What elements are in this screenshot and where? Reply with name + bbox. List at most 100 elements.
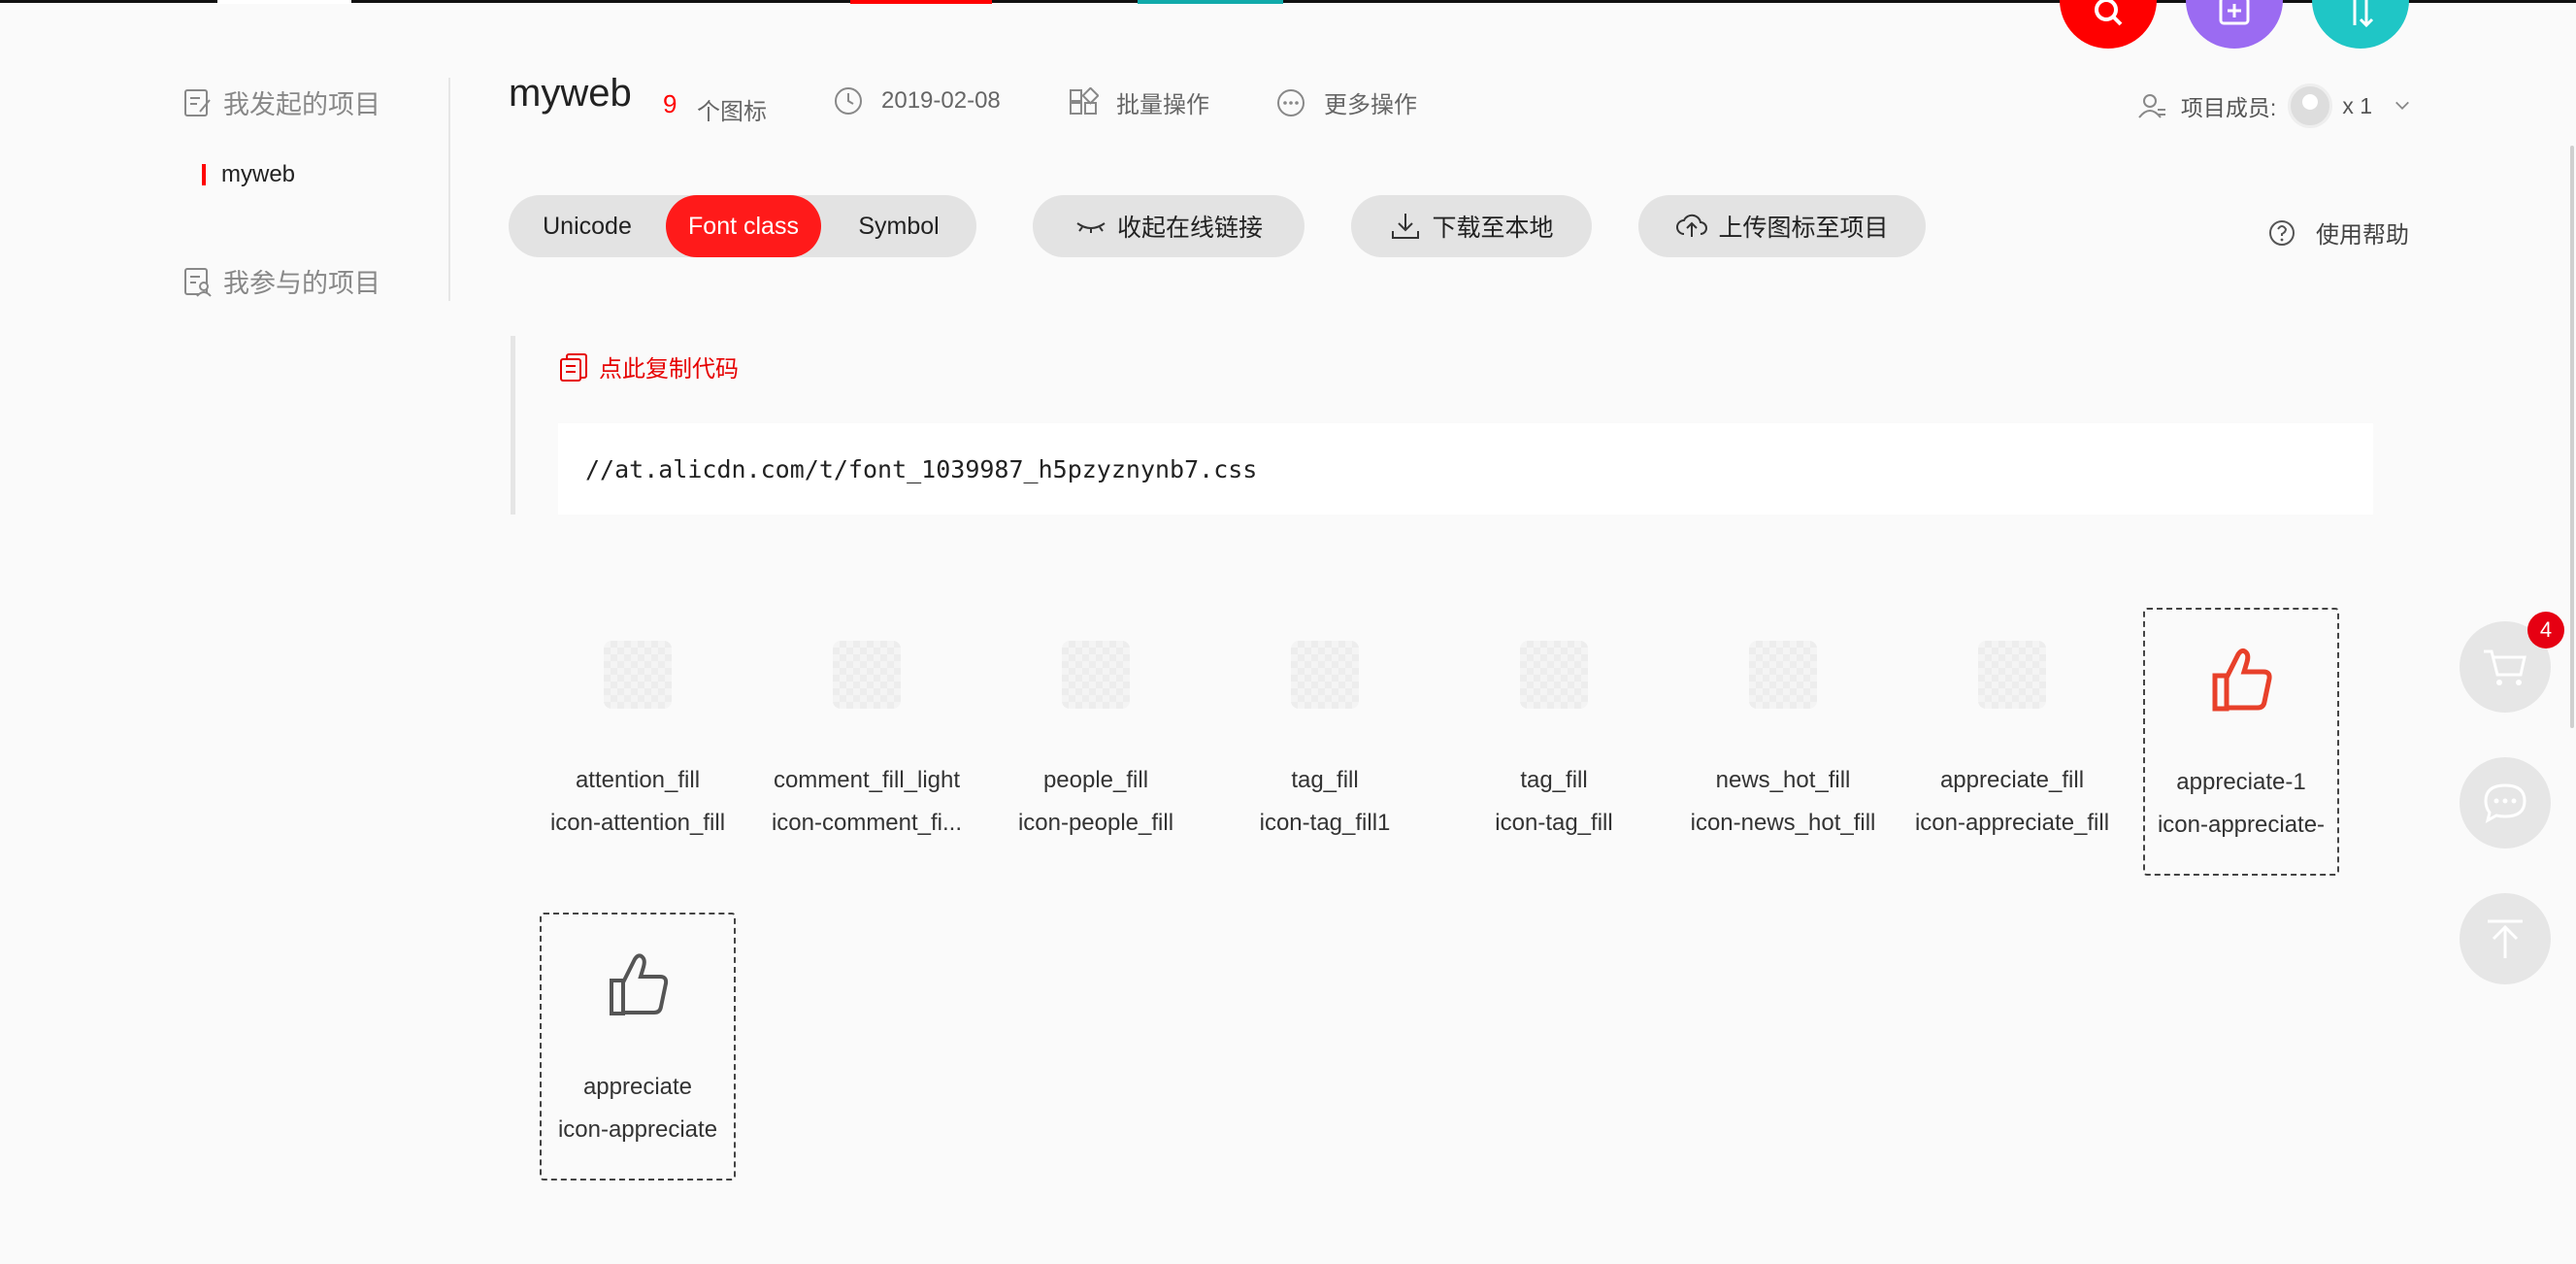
members-label: 项目成员: bbox=[2180, 95, 2277, 120]
icon-card-appreciate-1[interactable]: appreciate-1 icon-appreciate- bbox=[2143, 608, 2339, 876]
clock-icon bbox=[835, 87, 862, 115]
top-tab-indicator-2 bbox=[1138, 0, 1283, 4]
members-icon bbox=[2138, 94, 2165, 118]
icon-name: appreciate bbox=[582, 1074, 693, 1100]
icon-name: attention_fill bbox=[575, 767, 701, 793]
active-indicator bbox=[202, 164, 206, 185]
help-label: 使用帮助 bbox=[2316, 222, 2409, 249]
appreciate-fill-icon bbox=[1978, 641, 2046, 715]
tag-fill-icon bbox=[1520, 641, 1588, 715]
code-block: 点此复制代码 //at.alicdn.com/t/font_1039987_h5… bbox=[511, 336, 2373, 515]
icon-name: tag_fill bbox=[1520, 767, 1588, 793]
batch-action-button[interactable]: 批量操作 bbox=[1068, 85, 1209, 119]
project-title: myweb bbox=[509, 72, 632, 115]
search-icon bbox=[2095, 0, 2123, 26]
chevron-down-icon bbox=[2395, 101, 2409, 110]
comment-fill-light-icon bbox=[833, 641, 901, 715]
icon-name: news_hot_fill bbox=[1715, 767, 1851, 793]
icon-class-code: icon-people_fill bbox=[1017, 810, 1174, 836]
tab-unicode[interactable]: Unicode bbox=[509, 195, 666, 257]
news-hot-fill-icon bbox=[1749, 641, 1817, 715]
upload-label: 上传图标至项目 bbox=[1718, 215, 1889, 242]
icon-class-code: icon-comment_fi... bbox=[771, 810, 963, 836]
icon-class-code: icon-appreciate_fill bbox=[1914, 810, 2110, 836]
sort-icon bbox=[2353, 0, 2374, 28]
icon-count: 9 bbox=[663, 89, 677, 118]
feedback-button[interactable] bbox=[2460, 757, 2551, 848]
sidebar-joined-projects-label: 我参与的项目 bbox=[223, 269, 380, 298]
attention-fill-icon bbox=[604, 641, 672, 715]
download-button[interactable]: 下载至本地 bbox=[1351, 195, 1592, 257]
add-fab[interactable] bbox=[2186, 0, 2283, 49]
thumbs-up-icon bbox=[2212, 648, 2272, 712]
sidebar-joined-projects[interactable]: 我参与的项目 bbox=[181, 262, 380, 300]
icon-card-appreciate-fill[interactable]: appreciate_fill icon-appreciate_fill bbox=[1914, 608, 2110, 876]
download-label: 下载至本地 bbox=[1432, 215, 1554, 242]
cart-button[interactable]: 4 bbox=[2460, 612, 2564, 713]
created-date: 2019-02-08 bbox=[833, 85, 1001, 116]
icon-card-tag-fill[interactable]: tag_fill icon-tag_fill bbox=[1456, 608, 1652, 876]
copy-code-label: 点此复制代码 bbox=[599, 356, 739, 383]
sidebar-item-myweb[interactable]: myweb bbox=[202, 161, 295, 188]
more-actions-label: 更多操作 bbox=[1324, 92, 1417, 118]
help-icon bbox=[2269, 219, 2295, 246]
help-link[interactable]: 使用帮助 bbox=[2267, 216, 2409, 249]
icon-name: appreciate_fill bbox=[1939, 767, 2085, 793]
icon-card-appreciate[interactable]: appreciate icon-appreciate bbox=[540, 913, 736, 1181]
people-fill-icon bbox=[1062, 641, 1130, 715]
eye-closed-icon bbox=[1076, 222, 1106, 233]
sidebar-my-projects-label: 我发起的项目 bbox=[223, 90, 380, 119]
cloud-upload-icon bbox=[1676, 214, 1708, 237]
icon-class-code: icon-news_hot_fill bbox=[1690, 810, 1876, 836]
upload-button[interactable]: 上传图标至项目 bbox=[1638, 195, 1926, 257]
icon-count-label: 个图标 bbox=[697, 99, 767, 125]
avatar bbox=[2288, 83, 2333, 128]
css-link-text[interactable]: //at.alicdn.com/t/font_1039987_h5pzyznyn… bbox=[558, 423, 2373, 515]
top-tab-active bbox=[850, 0, 992, 4]
edit-doc-icon bbox=[184, 88, 211, 116]
batch-action-label: 批量操作 bbox=[1116, 92, 1209, 118]
icon-class-code: icon-appreciate- bbox=[2157, 812, 2326, 838]
scrollbar[interactable] bbox=[2570, 146, 2574, 728]
tab-font-class[interactable]: Font class bbox=[666, 195, 821, 257]
grid-icon bbox=[1070, 86, 1099, 115]
icon-card-comment-fill-light[interactable]: comment_fill_light icon-comment_fi... bbox=[769, 608, 965, 876]
collapse-link-button[interactable]: 收起在线链接 bbox=[1033, 195, 1305, 257]
tag-fill-icon bbox=[1291, 641, 1359, 715]
icon-name: appreciate-1 bbox=[2176, 769, 2306, 795]
icon-card-people-fill[interactable]: people_fill icon-people_fill bbox=[998, 608, 1194, 876]
cart-icon bbox=[2484, 649, 2526, 685]
icon-card-tag-fill1[interactable]: tag_fill icon-tag_fill1 bbox=[1227, 608, 1423, 876]
add-box-icon bbox=[2219, 0, 2250, 25]
icon-class-code: icon-appreciate bbox=[557, 1116, 718, 1143]
thumbs-up-outline-icon bbox=[610, 953, 669, 1015]
icon-card-attention-fill[interactable]: attention_fill icon-attention_fill bbox=[540, 608, 736, 876]
sidebar-item-label: myweb bbox=[221, 161, 296, 187]
members-count: x 1 bbox=[2342, 92, 2372, 118]
icon-class-code: icon-tag_fill1 bbox=[1259, 810, 1391, 836]
code-type-switcher: Unicode Font class Symbol bbox=[509, 195, 976, 257]
arrow-up-icon bbox=[2488, 919, 2523, 958]
top-tab-indicator bbox=[217, 0, 351, 4]
copy-icon bbox=[560, 352, 587, 382]
chat-icon bbox=[2484, 783, 2526, 823]
sort-fab[interactable] bbox=[2312, 0, 2409, 49]
copy-code-button[interactable]: 点此复制代码 bbox=[558, 349, 739, 383]
search-fab[interactable] bbox=[2060, 0, 2157, 49]
collapse-link-label: 收起在线链接 bbox=[1116, 215, 1263, 242]
icon-card-news-hot-fill[interactable]: news_hot_fill icon-news_hot_fill bbox=[1685, 608, 1881, 876]
sidebar-my-projects[interactable]: 我发起的项目 bbox=[181, 83, 380, 121]
created-date-text: 2019-02-08 bbox=[881, 87, 1001, 114]
more-icon bbox=[1277, 88, 1305, 116]
icon-name: tag_fill bbox=[1291, 767, 1359, 793]
icon-class-code: icon-attention_fill bbox=[549, 810, 726, 836]
cart-badge: 4 bbox=[2527, 612, 2564, 649]
user-doc-icon bbox=[184, 267, 212, 297]
icon-name: comment_fill_light bbox=[773, 767, 961, 793]
tab-symbol[interactable]: Symbol bbox=[821, 195, 976, 257]
more-actions-button[interactable]: 更多操作 bbox=[1275, 85, 1417, 119]
back-to-top-button[interactable] bbox=[2460, 893, 2551, 984]
icon-name: people_fill bbox=[1042, 767, 1149, 793]
project-members[interactable]: 项目成员: x 1 bbox=[2136, 83, 2411, 128]
download-icon bbox=[1392, 214, 1420, 239]
